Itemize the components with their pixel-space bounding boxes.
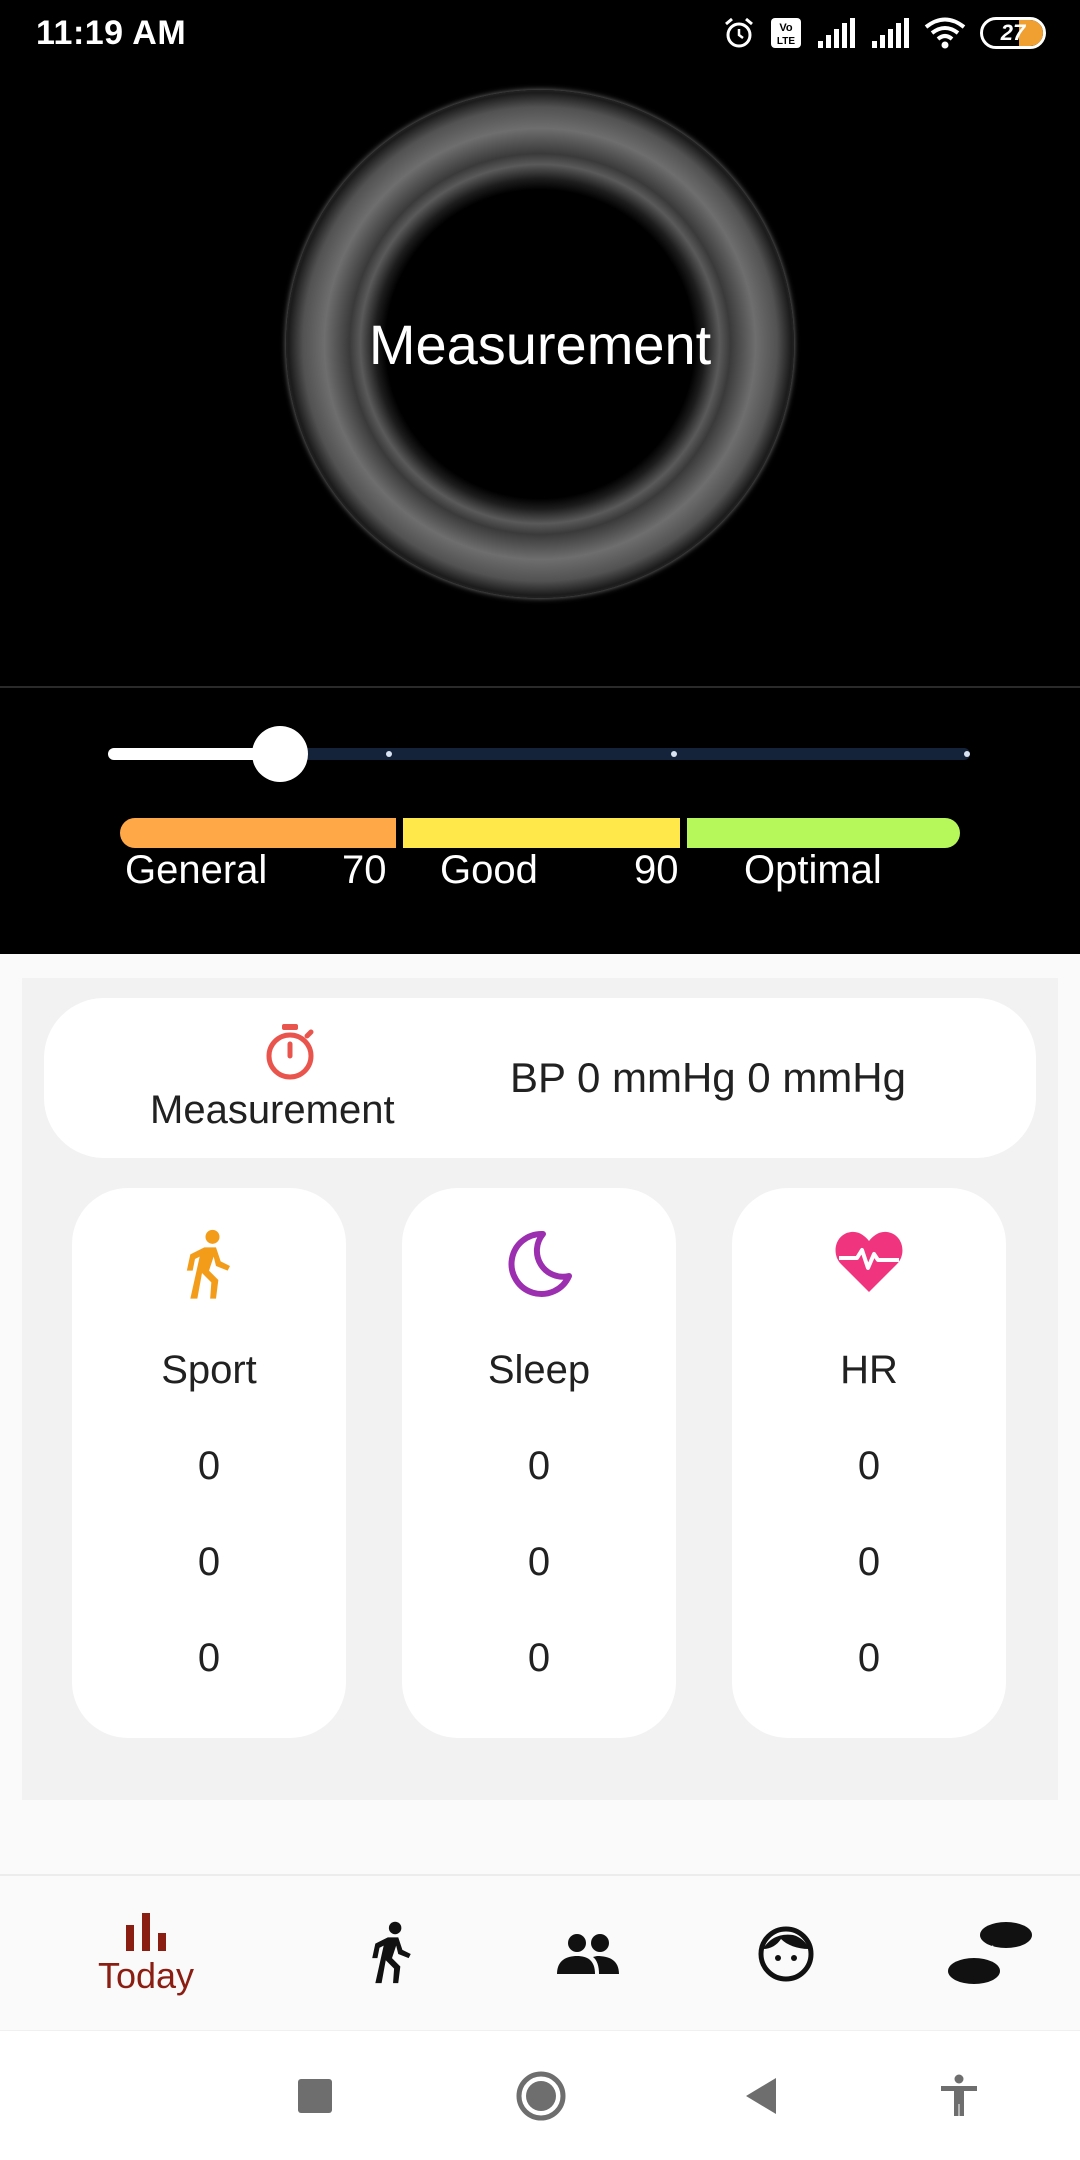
sleep-card[interactable]: Sleep 0 0 0: [402, 1188, 676, 1738]
signal-icon: [818, 18, 855, 48]
sleep-value-3: 0: [527, 1636, 551, 1680]
sleep-title: Sleep: [487, 1348, 591, 1392]
recents-button[interactable]: [280, 2031, 350, 2160]
svg-text:Vo: Vo: [779, 22, 793, 34]
battery-icon: 27: [980, 17, 1046, 49]
moon-icon: [508, 1230, 572, 1297]
hr-card[interactable]: HR 0 0 0: [732, 1188, 1006, 1738]
hr-value-2: 0: [857, 1540, 881, 1584]
range-general-segment: [120, 818, 396, 848]
range-slider[interactable]: [108, 726, 970, 782]
blood-pressure-value: BP 0 mmHg 0 mmHg: [510, 1054, 906, 1101]
dial-label: Measurement: [368, 312, 712, 376]
bar-chart-icon: [126, 1913, 166, 1951]
range-label-optimal: Optimal: [744, 848, 882, 892]
range-label-general: General: [125, 848, 268, 892]
walk-icon: [372, 1921, 411, 1984]
sport-value-1: 0: [197, 1444, 221, 1488]
footprints-icon: [948, 1922, 1032, 1984]
system-navigation-bar: [0, 2030, 1080, 2160]
sport-title: Sport: [161, 1348, 257, 1392]
status-icons: Vo LTE 27: [722, 14, 1046, 52]
sport-value-3: 0: [197, 1636, 221, 1680]
timer-icon: [266, 1024, 314, 1080]
slider-thumb[interactable]: [252, 726, 309, 782]
nav-tab-friends[interactable]: [538, 1876, 638, 2032]
range-threshold-70: 70: [342, 848, 387, 892]
measurement-dial[interactable]: Measurement: [286, 90, 794, 598]
volte-icon: Vo LTE: [771, 18, 801, 48]
back-button[interactable]: [726, 2031, 796, 2160]
hr-value-3: 0: [857, 1636, 881, 1680]
people-icon: [557, 1934, 619, 1974]
range-good-segment: [403, 818, 680, 848]
status-bar: 11:19 AM Vo LTE 27: [0, 0, 1080, 66]
sport-value-2: 0: [197, 1540, 221, 1584]
sleep-value-2: 0: [527, 1540, 551, 1584]
divider: [0, 686, 1080, 688]
range-bar: [120, 818, 960, 848]
signal-icon: [872, 18, 909, 48]
slider-tick: [964, 751, 970, 757]
nav-tab-profile[interactable]: [736, 1876, 836, 2032]
wifi-icon: [924, 17, 966, 49]
sport-card[interactable]: Sport 0 0 0: [72, 1188, 346, 1738]
alarm-icon: [725, 17, 753, 48]
measurement-card-label: Measurement: [150, 1088, 395, 1132]
back-triangle-icon: [746, 2078, 776, 2114]
range-label-good: Good: [440, 848, 538, 892]
heartbeat-icon: [835, 1231, 903, 1292]
accessibility-icon: [941, 2074, 977, 2116]
slider-tick: [670, 751, 677, 757]
svg-text:LTE: LTE: [777, 36, 795, 47]
hr-value-1: 0: [857, 1444, 881, 1488]
face-icon: [758, 1926, 814, 1982]
hr-title: HR: [840, 1348, 898, 1392]
nav-tab-sport[interactable]: [342, 1876, 442, 2032]
bottom-navigation: Today: [0, 1874, 1080, 2030]
nav-tab-today-label: Today: [97, 1955, 195, 1996]
battery-level: 27: [1000, 20, 1026, 45]
sleep-value-1: 0: [527, 1444, 551, 1488]
circle-icon: [516, 2071, 566, 2121]
home-button[interactable]: [506, 2031, 576, 2160]
range-threshold-90: 90: [634, 848, 679, 892]
walk-icon: [186, 1229, 230, 1299]
nav-tab-today[interactable]: Today: [86, 1876, 206, 2032]
nav-tab-steps[interactable]: [930, 1876, 1050, 2032]
accessibility-button[interactable]: [924, 2031, 994, 2160]
square-icon: [298, 2079, 332, 2113]
range-optimal-segment: [687, 818, 960, 848]
measurement-header: 11:19 AM Vo LTE 27 Measurement General 7…: [0, 0, 1080, 954]
status-time: 11:19 AM: [36, 14, 187, 52]
